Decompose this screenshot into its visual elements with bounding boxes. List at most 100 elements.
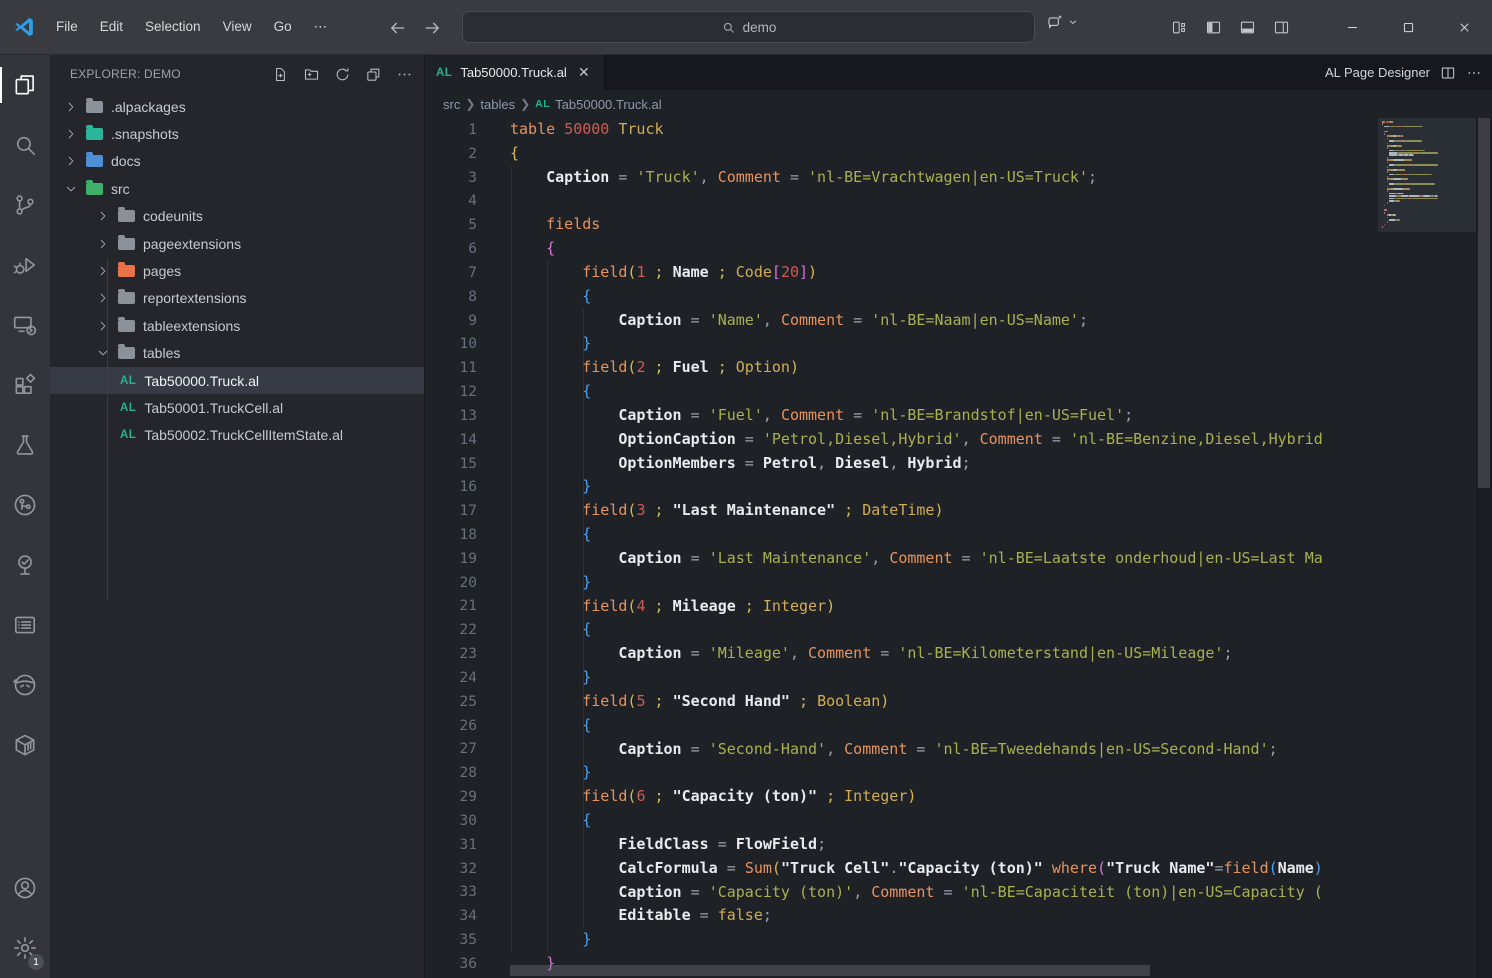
activity-settings[interactable]: 1 bbox=[0, 918, 50, 978]
code-line-35[interactable]: 35 } bbox=[425, 928, 1492, 952]
tree-item-pageextensions[interactable]: pageextensions bbox=[50, 230, 424, 257]
code-line-28[interactable]: 28 } bbox=[425, 761, 1492, 785]
activity-containers[interactable] bbox=[0, 715, 50, 775]
code-line-7[interactable]: 7 field(1 ; Name ; Code[20]) bbox=[425, 261, 1492, 285]
tree-item--alpackages[interactable]: .alpackages bbox=[50, 93, 424, 120]
tree-item--snapshots[interactable]: .snapshots bbox=[50, 120, 424, 147]
code-line-31[interactable]: 31 FieldClass = FlowField; bbox=[425, 833, 1492, 857]
code-line-32[interactable]: 32 CalcFormula = Sum("Truck Cell"."Capac… bbox=[425, 857, 1492, 881]
code-line-18[interactable]: 18 { bbox=[425, 523, 1492, 547]
code-line-27[interactable]: 27 Caption = 'Second-Hand', Comment = 'n… bbox=[425, 738, 1492, 762]
tree-item-codeunits[interactable]: codeunits bbox=[50, 203, 424, 230]
code-line-13[interactable]: 13 Caption = 'Fuel', Comment = 'nl-BE=Br… bbox=[425, 404, 1492, 428]
minimap[interactable] bbox=[1378, 118, 1476, 978]
chevron-right-icon[interactable] bbox=[96, 318, 112, 334]
code-line-10[interactable]: 10 } bbox=[425, 332, 1492, 356]
more-actions-icon[interactable] bbox=[392, 62, 416, 86]
code-line-9[interactable]: 9 Caption = 'Name', Comment = 'nl-BE=Naa… bbox=[425, 309, 1492, 333]
chevron-right-icon[interactable] bbox=[96, 208, 112, 224]
toggle-secondary-sidebar-icon[interactable] bbox=[1266, 13, 1296, 43]
breadcrumb-item-tab50000-truck-al[interactable]: Tab50000.Truck.al bbox=[555, 97, 661, 112]
forward-icon[interactable] bbox=[422, 18, 442, 38]
menu-file[interactable]: File bbox=[45, 12, 89, 42]
activity-accounts[interactable] bbox=[0, 858, 50, 918]
menu-[interactable]: ⋯ bbox=[303, 12, 339, 42]
vertical-scrollbar-thumb[interactable] bbox=[1478, 118, 1490, 488]
code-line-15[interactable]: 15 OptionMembers = Petrol, Diesel, Hybri… bbox=[425, 452, 1492, 476]
code-line-34[interactable]: 34 Editable = false; bbox=[425, 904, 1492, 928]
activity-output-list[interactable] bbox=[0, 595, 50, 655]
tree-item-src[interactable]: src bbox=[50, 175, 424, 202]
toggle-panel-icon[interactable] bbox=[1232, 13, 1262, 43]
code-line-14[interactable]: 14 OptionCaption = 'Petrol,Diesel,Hybrid… bbox=[425, 428, 1492, 452]
chevron-down-icon[interactable] bbox=[96, 345, 112, 361]
code-line-12[interactable]: 12 { bbox=[425, 380, 1492, 404]
activity-al-object-browser[interactable] bbox=[0, 475, 50, 535]
tab-tab50000-truck[interactable]: AL Tab50000.Truck.al ✕ bbox=[425, 55, 605, 90]
tab-close-icon[interactable]: ✕ bbox=[575, 64, 593, 82]
code-line-8[interactable]: 8 { bbox=[425, 285, 1492, 309]
activity-test-explorer[interactable] bbox=[0, 535, 50, 595]
code-line-5[interactable]: 5 fields bbox=[425, 213, 1492, 237]
code-line-24[interactable]: 24 } bbox=[425, 666, 1492, 690]
chevron-right-icon[interactable] bbox=[64, 126, 80, 142]
toggle-primary-sidebar-icon[interactable] bbox=[1198, 13, 1228, 43]
menu-selection[interactable]: Selection bbox=[134, 12, 212, 42]
code-line-17[interactable]: 17 field(3 ; "Last Maintenance" ; DateTi… bbox=[425, 499, 1492, 523]
chevron-right-icon[interactable] bbox=[96, 236, 112, 252]
activity-source-control[interactable] bbox=[0, 175, 50, 235]
code-line-30[interactable]: 30 { bbox=[425, 809, 1492, 833]
split-editor-icon[interactable] bbox=[1440, 65, 1456, 81]
new-file-icon[interactable] bbox=[268, 62, 292, 86]
activity-search[interactable] bbox=[0, 115, 50, 175]
menu-view[interactable]: View bbox=[212, 12, 263, 42]
menu-go[interactable]: Go bbox=[263, 12, 303, 42]
code-line-25[interactable]: 25 field(5 ; "Second Hand" ; Boolean) bbox=[425, 690, 1492, 714]
horizontal-scrollbar[interactable] bbox=[510, 965, 1150, 976]
chevron-right-icon[interactable] bbox=[64, 153, 80, 169]
code-line-29[interactable]: 29 field(6 ; "Capacity (ton)" ; Integer) bbox=[425, 785, 1492, 809]
minimap-viewport[interactable] bbox=[1378, 118, 1476, 232]
code-editor[interactable]: 1table 50000 Truck2{3 Caption = 'Truck',… bbox=[425, 118, 1492, 978]
code-line-20[interactable]: 20 } bbox=[425, 571, 1492, 595]
code-line-33[interactable]: 33 Caption = 'Capacity (ton)', Comment =… bbox=[425, 881, 1492, 905]
activity-ninja-extension[interactable] bbox=[0, 655, 50, 715]
code-line-3[interactable]: 3 Caption = 'Truck', Comment = 'nl-BE=Vr… bbox=[425, 166, 1492, 190]
more-actions-icon[interactable] bbox=[1466, 65, 1482, 81]
maximize-button[interactable] bbox=[1380, 0, 1436, 55]
activity-explorer[interactable] bbox=[0, 55, 50, 115]
code-line-26[interactable]: 26 { bbox=[425, 714, 1492, 738]
al-page-designer-button[interactable]: AL Page Designer bbox=[1325, 65, 1430, 80]
code-line-23[interactable]: 23 Caption = 'Mileage', Comment = 'nl-BE… bbox=[425, 642, 1492, 666]
menu-edit[interactable]: Edit bbox=[89, 12, 134, 42]
activity-test-beaker[interactable] bbox=[0, 415, 50, 475]
activity-run-and-debug[interactable] bbox=[0, 235, 50, 295]
chevron-right-icon[interactable] bbox=[96, 290, 112, 306]
breadcrumb-item-tables[interactable]: tables bbox=[480, 97, 515, 112]
activity-extensions[interactable] bbox=[0, 355, 50, 415]
copilot-button[interactable] bbox=[1046, 13, 1079, 31]
vertical-scrollbar[interactable] bbox=[1476, 118, 1492, 978]
code-line-11[interactable]: 11 field(2 ; Fuel ; Option) bbox=[425, 356, 1492, 380]
code-line-4[interactable]: 4 bbox=[425, 189, 1492, 213]
code-line-6[interactable]: 6 { bbox=[425, 237, 1492, 261]
code-line-1[interactable]: 1table 50000 Truck bbox=[425, 118, 1492, 142]
chevron-right-icon[interactable] bbox=[96, 263, 112, 279]
code-line-2[interactable]: 2{ bbox=[425, 142, 1492, 166]
chevron-right-icon[interactable] bbox=[64, 99, 80, 115]
code-line-16[interactable]: 16 } bbox=[425, 475, 1492, 499]
tree-item-docs[interactable]: docs bbox=[50, 148, 424, 175]
command-center-search[interactable]: demo bbox=[462, 11, 1035, 43]
code-line-19[interactable]: 19 Caption = 'Last Maintenance', Comment… bbox=[425, 547, 1492, 571]
collapse-folders-icon[interactable] bbox=[361, 62, 385, 86]
refresh-icon[interactable] bbox=[330, 62, 354, 86]
close-button[interactable] bbox=[1436, 0, 1492, 55]
breadcrumb-item-src[interactable]: src bbox=[443, 97, 460, 112]
activity-remote-explorer[interactable] bbox=[0, 295, 50, 355]
code-line-21[interactable]: 21 field(4 ; Mileage ; Integer) bbox=[425, 595, 1492, 619]
horizontal-scrollbar-thumb[interactable] bbox=[510, 965, 1150, 976]
chevron-down-icon[interactable] bbox=[64, 181, 80, 197]
code-line-22[interactable]: 22 { bbox=[425, 618, 1492, 642]
new-folder-icon[interactable] bbox=[299, 62, 323, 86]
customize-layout-icon[interactable] bbox=[1164, 13, 1194, 43]
